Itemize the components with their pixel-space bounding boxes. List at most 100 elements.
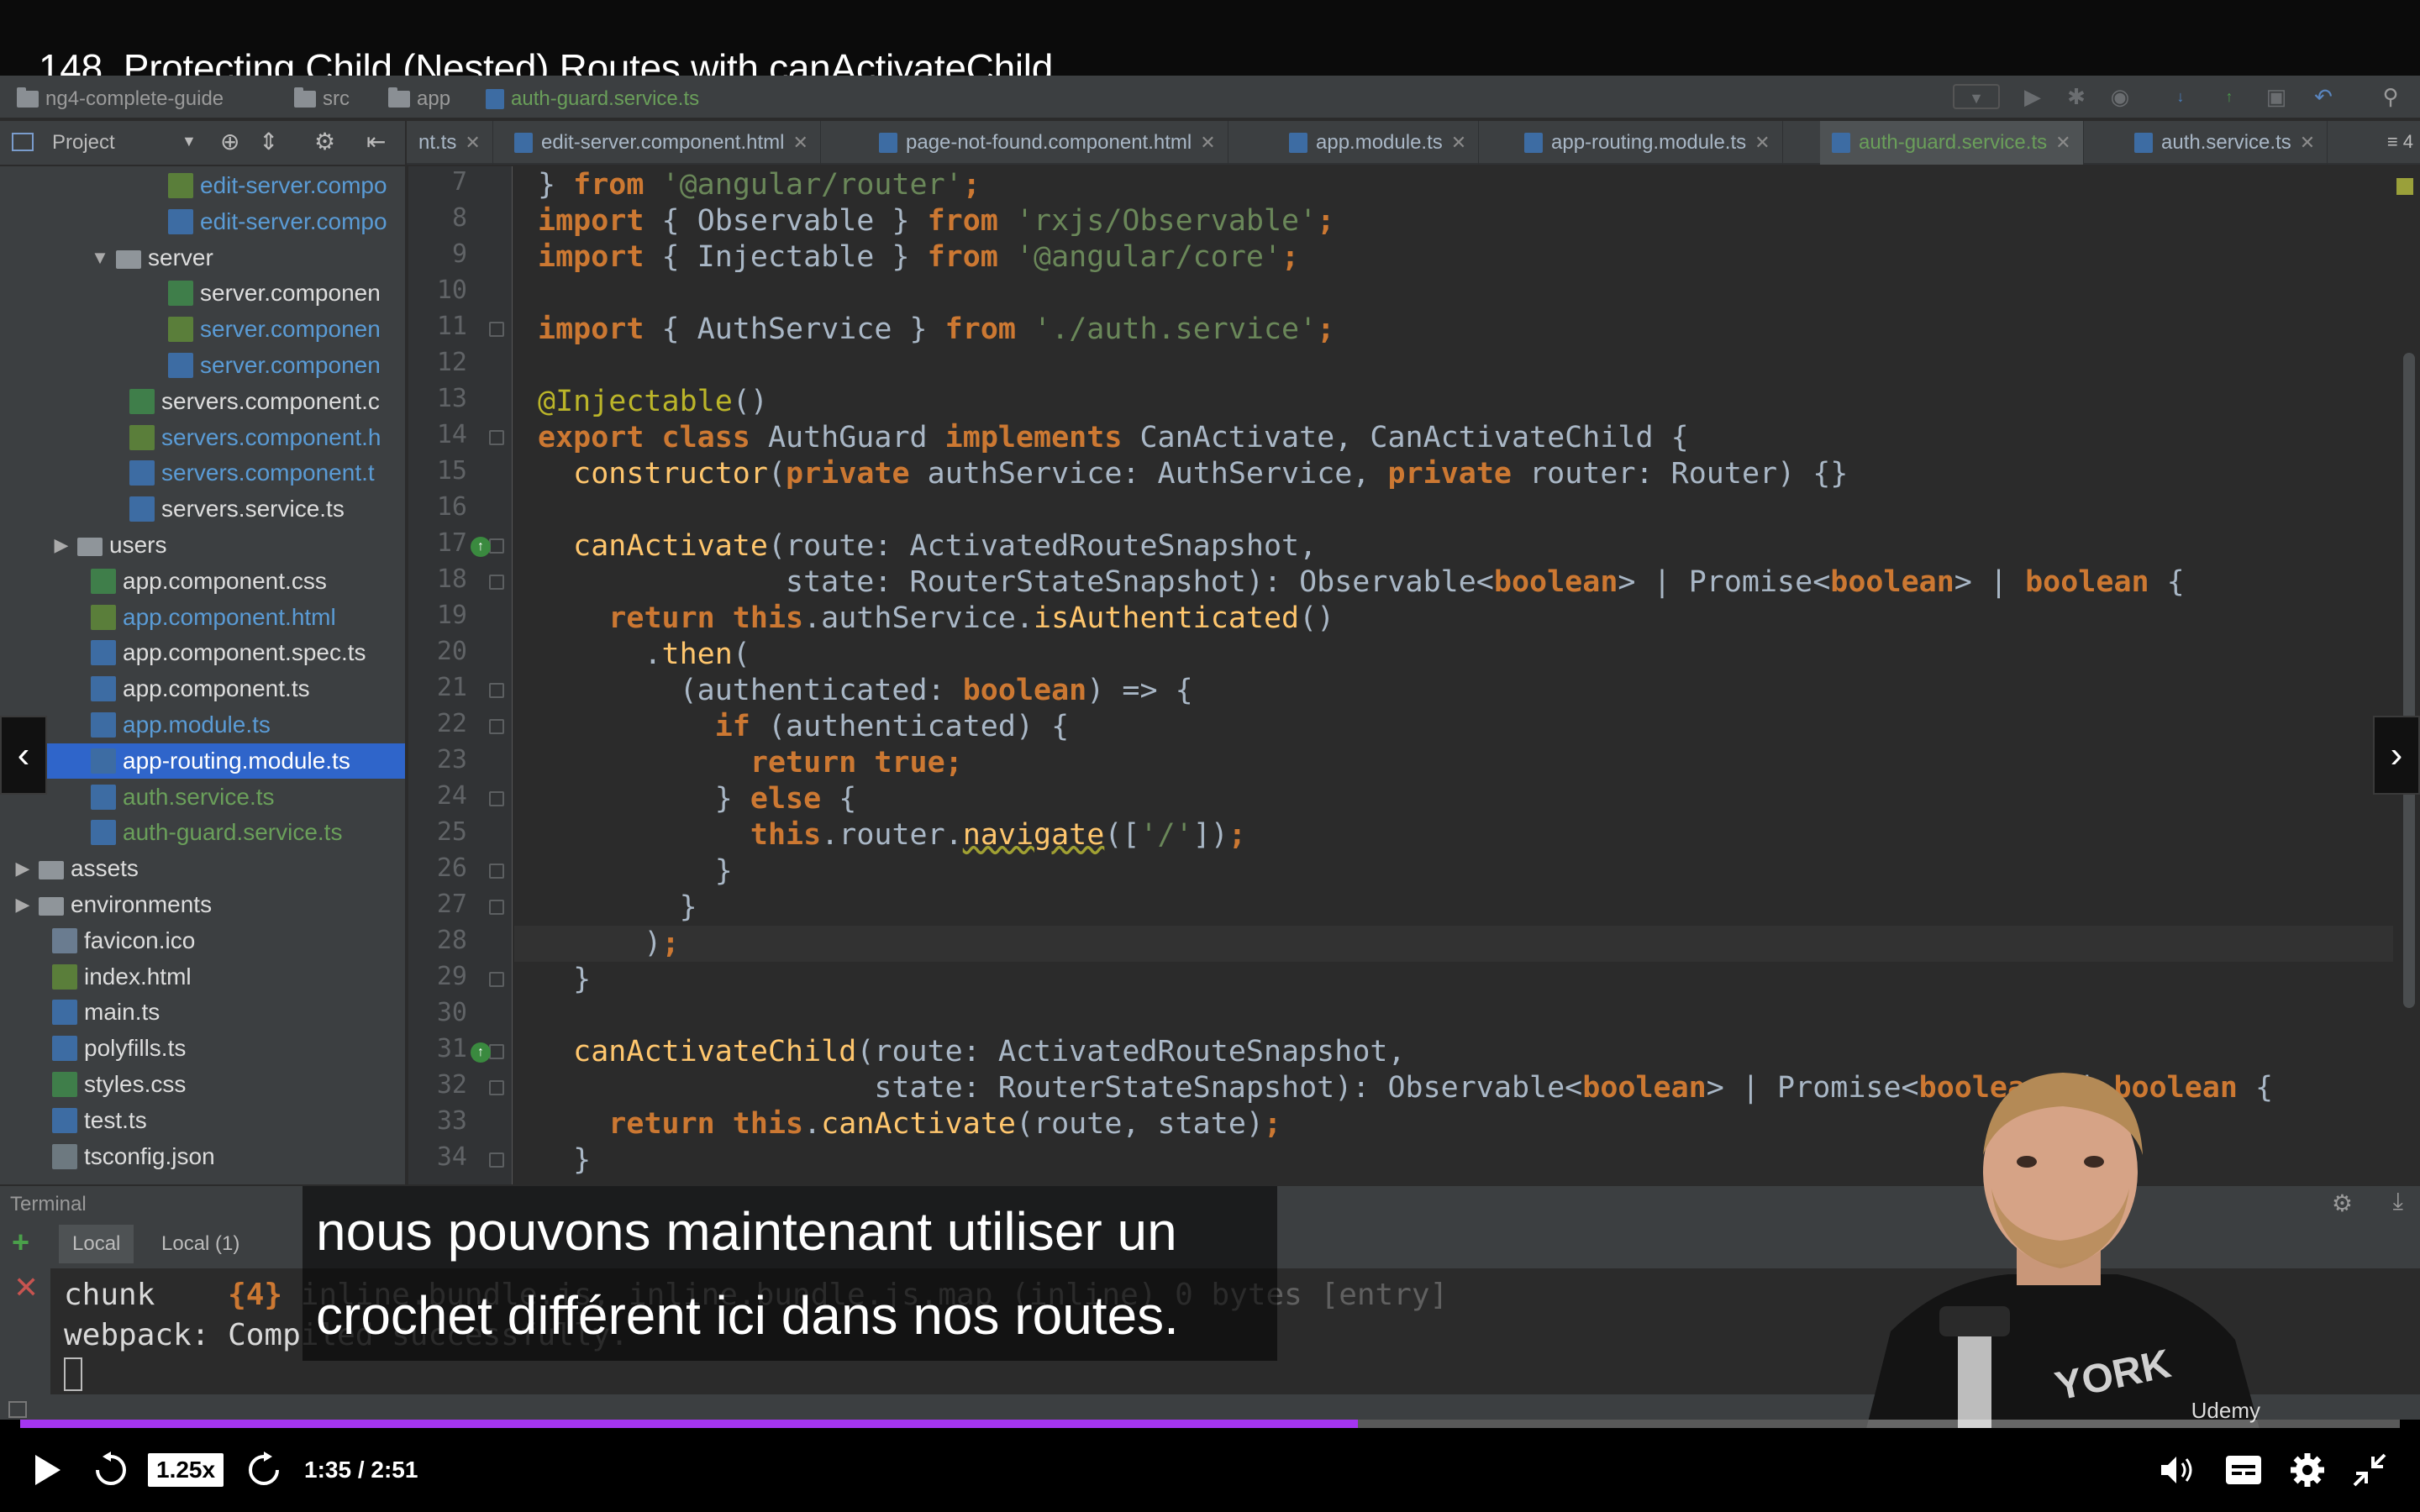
tree-file[interactable]: servers.component.h: [0, 420, 405, 455]
close-icon[interactable]: ✕: [465, 132, 480, 154]
forward-button[interactable]: [245, 1452, 282, 1493]
expand-arrow-icon[interactable]: ▶: [13, 887, 32, 922]
tree-file[interactable]: tsconfig.json: [0, 1139, 405, 1174]
editor-scrollbar[interactable]: [2403, 353, 2415, 1008]
vcs-history-icon[interactable]: ▣: [2264, 84, 2289, 109]
tree-file[interactable]: server.componen: [0, 312, 405, 347]
editor-tab[interactable]: app-routing.module.ts ✕: [1512, 121, 1783, 165]
tree-file[interactable]: index.html: [0, 959, 405, 995]
target-icon[interactable]: ⊕: [220, 128, 239, 155]
tree-folder[interactable]: ▶ environments: [0, 887, 405, 922]
video-progress-bar[interactable]: [20, 1420, 2400, 1428]
tree-file[interactable]: auth-guard.service.ts: [0, 815, 405, 850]
tree-file[interactable]: favicon.ico: [0, 923, 405, 958]
fold-marker-icon[interactable]: [489, 1080, 504, 1095]
rewind-button[interactable]: [92, 1452, 129, 1493]
collapse-icon[interactable]: ⇕: [259, 128, 278, 155]
exit-fullscreen-button[interactable]: [2353, 1453, 2386, 1491]
fold-marker-icon[interactable]: [489, 719, 504, 734]
breadcrumb-app[interactable]: app: [388, 87, 450, 111]
revert-icon[interactable]: ↶: [2311, 84, 2336, 109]
debug-icon[interactable]: ✱: [2064, 84, 2089, 109]
fold-marker-icon[interactable]: [489, 575, 504, 590]
tree-file[interactable]: auth.service.ts: [0, 780, 405, 815]
fold-marker-icon[interactable]: [489, 1044, 504, 1059]
fold-marker-icon[interactable]: [489, 791, 504, 806]
fold-marker-icon[interactable]: [489, 900, 504, 915]
terminal-tab-local-1[interactable]: Local (1): [148, 1225, 253, 1263]
run-icon[interactable]: ▶: [2020, 84, 2045, 109]
fold-marker-icon[interactable]: [489, 430, 504, 445]
fold-marker-icon[interactable]: [489, 538, 504, 554]
settings-button[interactable]: [2289, 1452, 2326, 1493]
tab-overflow-indicator[interactable]: ≡ 4: [2387, 131, 2413, 153]
volume-button[interactable]: [2160, 1453, 2196, 1491]
coverage-icon[interactable]: ◉: [2107, 84, 2133, 109]
tree-file[interactable]: servers.component.c: [0, 384, 405, 419]
breadcrumb-project[interactable]: ng4-complete-guide: [17, 87, 224, 111]
terminal-tab-local[interactable]: Local: [59, 1225, 134, 1263]
close-icon[interactable]: ✕: [1754, 132, 1770, 154]
tree-file[interactable]: servers.component.t: [0, 455, 405, 491]
tree-file[interactable]: servers.service.ts: [0, 491, 405, 527]
search-icon[interactable]: ⚲: [2378, 84, 2403, 109]
close-icon[interactable]: ✕: [1451, 132, 1466, 154]
hide-panel-icon[interactable]: ⤓: [2393, 1188, 2403, 1215]
fold-marker-icon[interactable]: [489, 864, 504, 879]
project-view-label[interactable]: Project: [52, 131, 115, 155]
tree-file[interactable]: server.componen: [0, 276, 405, 311]
expand-arrow-icon[interactable]: ▼: [91, 240, 109, 276]
tree-file[interactable]: edit-server.compo: [0, 204, 405, 239]
editor-tab[interactable]: edit-server.component.html ✕: [502, 121, 821, 165]
tree-file[interactable]: test.ts: [0, 1103, 405, 1138]
expand-arrow-icon[interactable]: ▶: [52, 528, 71, 563]
chevron-down-icon[interactable]: ▼: [182, 133, 197, 150]
previous-lecture-button[interactable]: ‹: [0, 716, 47, 795]
gear-icon[interactable]: ⚙: [314, 128, 335, 155]
new-terminal-icon[interactable]: +: [12, 1225, 29, 1260]
fold-marker-icon[interactable]: [489, 322, 504, 337]
implements-marker-icon[interactable]: ↑: [471, 537, 491, 557]
close-icon[interactable]: ✕: [792, 132, 808, 154]
fold-marker-icon[interactable]: [489, 683, 504, 698]
captions-button[interactable]: [2225, 1455, 2262, 1489]
tree-folder[interactable]: ▶ assets: [0, 851, 405, 886]
tree-folder[interactable]: ▶ users: [0, 528, 405, 563]
editor-tab[interactable]: auth-guard.service.ts ✕: [1820, 121, 2084, 165]
tree-file[interactable]: styles.css: [0, 1067, 405, 1102]
close-terminal-icon[interactable]: ✕: [13, 1270, 39, 1305]
vcs-commit-icon[interactable]: ↑: [2217, 84, 2242, 109]
tree-file[interactable]: app.component.html: [0, 600, 405, 635]
toggle-tool-windows-icon[interactable]: [8, 1401, 27, 1418]
breadcrumb-file[interactable]: auth-guard.service.ts: [486, 87, 699, 111]
editor-tab[interactable]: nt.ts ✕: [407, 121, 493, 165]
play-button[interactable]: [32, 1453, 62, 1491]
close-icon[interactable]: ✕: [2055, 132, 2070, 154]
fold-marker-icon[interactable]: [489, 1152, 504, 1168]
tree-file[interactable]: app.component.ts: [0, 671, 405, 706]
run-config-dropdown[interactable]: ▼: [1953, 84, 2000, 109]
implements-marker-icon[interactable]: ↑: [471, 1042, 491, 1063]
gear-icon[interactable]: ⚙: [2332, 1189, 2353, 1217]
next-lecture-button[interactable]: ›: [2373, 716, 2420, 795]
tree-file[interactable]: app-routing.module.ts: [0, 743, 405, 779]
tree-file[interactable]: edit-server.compo: [0, 168, 405, 203]
hide-icon[interactable]: ⇤: [366, 128, 386, 155]
tree-folder[interactable]: ▼ server: [0, 240, 405, 276]
close-icon[interactable]: ✕: [2300, 132, 2315, 154]
editor-tab[interactable]: auth.service.ts ✕: [2123, 121, 2328, 165]
tree-file[interactable]: app.component.css: [0, 564, 405, 599]
tree-file[interactable]: server.componen: [0, 348, 405, 383]
tree-file[interactable]: polyfills.ts: [0, 1031, 405, 1066]
tree-file[interactable]: main.ts: [0, 995, 405, 1030]
breadcrumb-src[interactable]: src: [294, 87, 350, 111]
tree-file[interactable]: app.module.ts: [0, 707, 405, 743]
close-icon[interactable]: ✕: [1200, 132, 1215, 154]
editor-tab[interactable]: app.module.ts ✕: [1277, 121, 1480, 165]
vcs-update-icon[interactable]: ↓: [2168, 84, 2193, 109]
fold-marker-icon[interactable]: [489, 972, 504, 987]
tree-file[interactable]: app.component.spec.ts: [0, 635, 405, 670]
playback-speed-button[interactable]: 1.25x: [148, 1453, 224, 1487]
editor-tab[interactable]: page-not-found.component.html ✕: [867, 121, 1228, 165]
expand-arrow-icon[interactable]: ▶: [13, 851, 32, 886]
